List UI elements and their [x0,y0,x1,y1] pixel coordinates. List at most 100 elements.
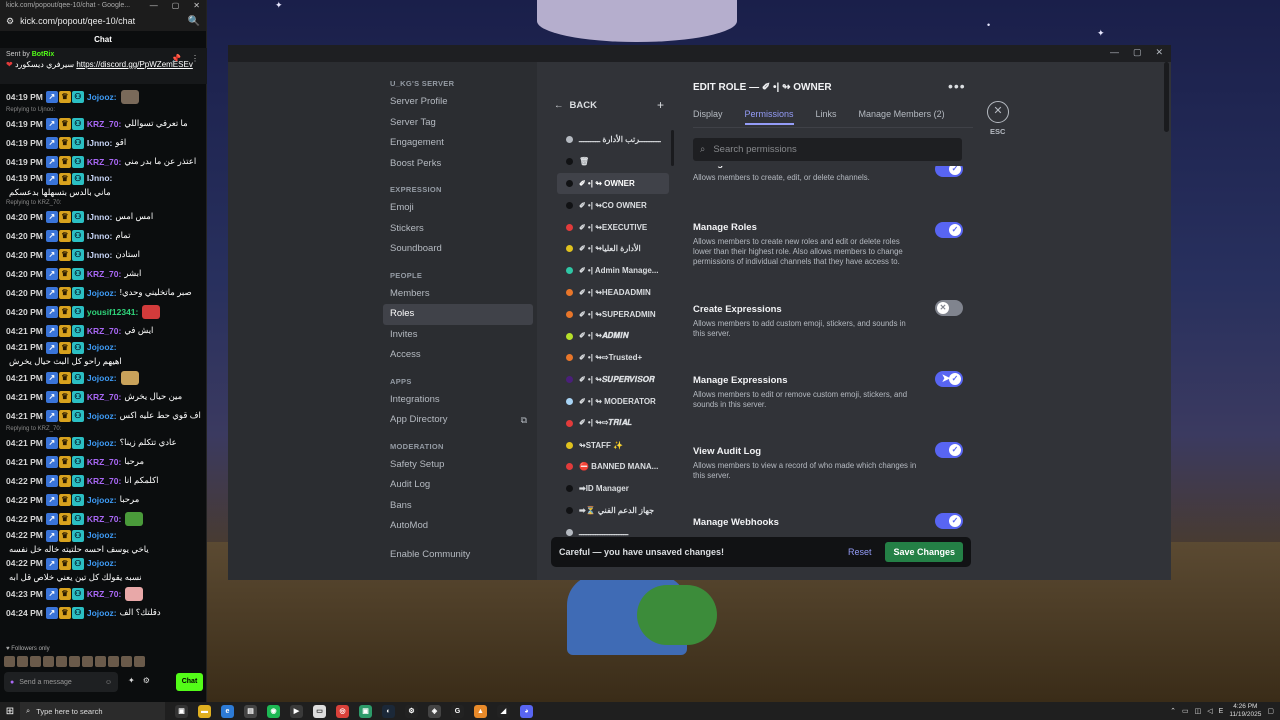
roles-scrollbar[interactable] [671,130,674,166]
battery-icon[interactable]: ▭ [1182,707,1189,715]
message-username[interactable]: KRZ_70: [87,476,121,486]
chat-message[interactable]: 04:21 PM ↗ ♛ ⚇ Jojooz: اهيهم راحو كل البث حيا… [0,340,207,368]
zoom-icon[interactable]: 🔍 [188,16,200,27]
chat-message[interactable]: 04:22 PM ↗ ♛ ⚇ KRZ_70: اكلمكم انا [0,471,207,490]
tab-display[interactable]: Display [693,109,723,125]
message-username[interactable]: KRZ_70: [87,589,121,599]
settings-icon[interactable]: ⚙ [405,704,418,718]
send-message-input[interactable]: ● Send a message ☺ [4,672,118,692]
permission-toggle[interactable]: ✓ [935,222,963,238]
mic-icon[interactable]: ● [10,679,14,686]
app-icon[interactable]: G [451,704,464,718]
nav-item-automod[interactable]: AutoMod [383,516,533,537]
nav-item-bans[interactable]: Bans [383,496,533,517]
blender-icon[interactable]: ▲ [474,704,487,718]
reset-button[interactable]: Reset [848,547,872,557]
terminal-icon[interactable]: ▤ [244,704,257,718]
edge-icon[interactable]: e [221,704,234,718]
close-settings-button[interactable]: ✕ [987,101,1009,123]
message-username[interactable]: KRZ_70: [87,326,121,336]
steam-icon[interactable]: ◐ [382,704,395,718]
more-icon[interactable]: ⋮ [191,54,199,63]
role-item[interactable]: ⛔ BANNED MANA... [557,456,669,478]
url-text[interactable]: kick.com/popout/qee-10/chat [20,16,135,26]
spotify-icon[interactable]: ◉ [267,704,280,718]
message-username[interactable]: Jojooz: [87,288,117,298]
chat-message[interactable]: 04:20 PM ↗ ♛ ⚇ yousif12341: [0,302,207,321]
role-item[interactable]: ✐ •| ↬ OWNER [557,172,669,195]
message-username[interactable]: IJnno: [87,138,113,148]
message-username[interactable]: Jojooz: [87,342,117,352]
nav-item-engagement[interactable]: Engagement [383,133,533,154]
task-view-icon[interactable]: ▣ [175,704,188,718]
tab-manage-members-2[interactable]: Manage Members (2) [859,109,945,125]
message-username[interactable]: KRZ_70: [87,457,121,467]
role-item[interactable]: ✐ •| ↬EXECUTIVE [557,216,669,238]
chat-message[interactable]: 04:20 PM ↗ ♛ ⚇ IJnno: امس امس [0,207,207,226]
emote-icon[interactable] [17,656,28,667]
nav-item-members[interactable]: Members [383,284,533,305]
chat-message[interactable]: 04:19 PM ↗ ♛ ⚇ Jojooz: [0,87,207,106]
chat-message[interactable]: 04:20 PM ↗ ♛ ⚇ KRZ_70: ابشر [0,264,207,283]
chat-message[interactable]: 04:20 PM ↗ ♛ ⚇ IJnno: استادن [0,245,207,264]
role-item[interactable]: ✐ •| ↬𝑺𝑼𝑷𝑬𝑹𝑽𝑰𝑺𝑶𝑹 [557,369,669,391]
notepad-icon[interactable]: ▭ [313,704,326,718]
permission-toggle[interactable]: ✓ [935,442,963,458]
nav-item-stickers[interactable]: Stickers [383,219,533,240]
search-permissions-input[interactable]: ⌕ Search permissions [693,138,962,161]
chat-message[interactable]: 04:20 PM ↗ ♛ ⚇ Jojooz: !صبر ماتخليني وحدي [0,283,207,302]
browser-icon[interactable]: ◢ [497,704,510,718]
back-button[interactable]: ← BACK [554,100,597,111]
role-item[interactable]: ✐ •| ↬⇨𝑻𝑹𝑰𝑨𝑳 [557,412,669,434]
role-item[interactable]: ✐ •| ↬SUPERADMIN [557,303,669,325]
chat-message[interactable]: 04:21 PM ↗ ♛ ⚇ KRZ_70: مرحبا [0,452,207,471]
notifications-icon[interactable]: ▢ [1267,707,1274,715]
permission-toggle[interactable]: ✓ [935,513,963,529]
save-changes-button[interactable]: Save Changes [885,542,963,562]
message-username[interactable]: Jojooz: [87,608,117,618]
chat-message[interactable]: 04:21 PM ↗ ♛ ⚇ Jojooz: اف قوي حط عليه اكس [0,406,207,425]
emote-icon[interactable] [4,656,15,667]
message-username[interactable]: Jojooz: [87,373,117,383]
emote-icon[interactable] [134,656,145,667]
search-placeholder[interactable]: Search permissions [713,144,796,155]
taskbar-search[interactable]: ⌕ Type here to search [20,702,165,720]
nav-item-invites[interactable]: Invites [383,325,533,346]
permission-toggle[interactable]: ✓ [935,166,963,177]
chat-send-button[interactable]: Chat [176,673,203,691]
message-username[interactable]: KRZ_70: [87,157,121,167]
message-username[interactable]: Jojooz: [87,411,117,421]
nav-item-app-directory[interactable]: App Directory ⧉ [383,410,533,431]
message-username[interactable]: IJnno: [87,250,113,260]
bits-icon[interactable]: ✦ [128,676,135,685]
chat-message[interactable]: 04:21 PM ↗ ♛ ⚇ Jojooz: [0,368,207,387]
emote-icon[interactable] [95,656,106,667]
add-role-button[interactable]: + [657,98,664,112]
chat-message[interactable]: 04:21 PM ↗ ♛ ⚇ KRZ_70: ايش في [0,321,207,340]
pinned-sender[interactable]: BotRix [32,51,55,58]
nav-item-safety-setup[interactable]: Safety Setup [383,455,533,476]
role-item[interactable]: ✐ •| Admin Manage... [557,260,669,282]
nav-item-server-profile[interactable]: Server Profile [383,92,533,113]
taskbar-search-placeholder[interactable]: Type here to search [36,707,102,716]
chat-message[interactable]: 04:19 PM ↗ ♛ ⚇ IJnno: اقو [0,133,207,152]
media-icon[interactable]: ▶ [290,704,303,718]
chat-message[interactable]: 04:24 PM ↗ ♛ ⚇ Jojooz: دقلتك؟ الف [0,603,207,622]
chat-message[interactable]: 04:22 PM ↗ ♛ ⚇ KRZ_70: [0,509,207,528]
message-username[interactable]: IJnno: [87,231,113,241]
emoji-icon[interactable]: ☺ [105,679,112,686]
language-icon[interactable]: E [1219,708,1224,715]
file-explorer-icon[interactable]: ▬ [198,704,211,718]
close-icon[interactable]: ✕ [193,1,200,10]
emote-icon[interactable] [43,656,54,667]
nav-item-roles[interactable]: Roles [383,304,533,325]
role-item[interactable]: ✐ •| ↬CO OWNER [557,194,669,216]
clock[interactable]: 4:26 PM 11/19/2025 [1229,703,1261,719]
emote-icon[interactable] [108,656,119,667]
chevron-up-icon[interactable]: ⌃ [1170,707,1176,715]
app-icon[interactable]: ▣ [359,704,372,718]
content-scrollbar[interactable] [1164,62,1169,132]
minimize-icon[interactable]: — [1110,47,1119,58]
message-username[interactable]: Jojooz: [87,558,117,568]
minimize-icon[interactable]: — [150,1,158,10]
